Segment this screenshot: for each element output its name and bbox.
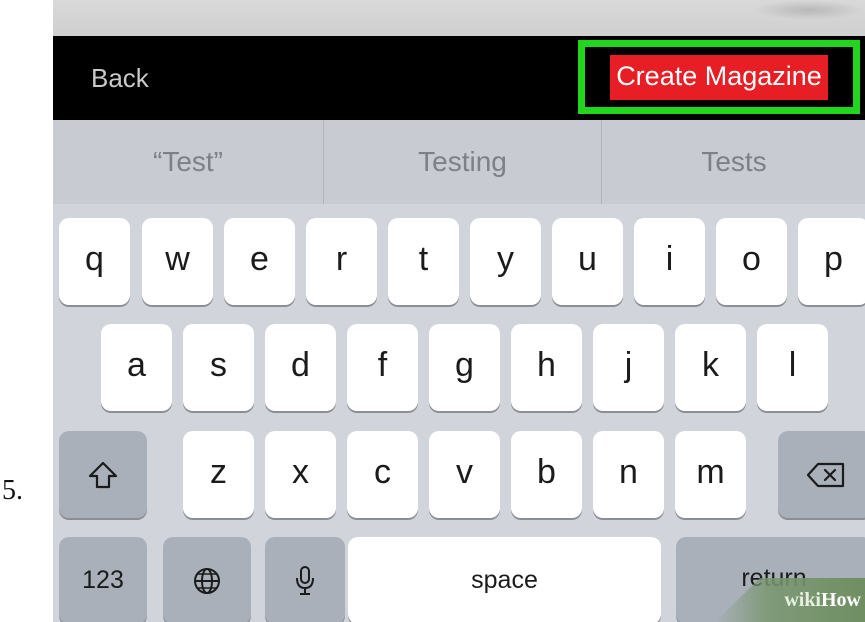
globe-icon (194, 567, 220, 594)
key-m[interactable]: m (675, 431, 746, 518)
key-w[interactable]: w (142, 218, 213, 305)
key-k[interactable]: k (675, 324, 746, 411)
key-c[interactable]: c (347, 431, 418, 518)
suggestion-item[interactable]: Tests (601, 120, 865, 204)
step-number: 5. (2, 475, 23, 506)
globe-key[interactable] (163, 537, 251, 622)
key-p[interactable]: p (798, 218, 865, 305)
key-s[interactable]: s (183, 324, 254, 411)
top-bar: Back Create Magazine (53, 36, 865, 120)
key-h[interactable]: h (511, 324, 582, 411)
suggestion-item[interactable]: Testing (323, 120, 601, 204)
suggestion-item[interactable]: “Test” (53, 120, 323, 204)
shift-key[interactable] (59, 431, 147, 518)
key-r[interactable]: r (306, 218, 377, 305)
back-button[interactable]: Back (91, 63, 149, 94)
key-z[interactable]: z (183, 431, 254, 518)
key-u[interactable]: u (552, 218, 623, 305)
key-j[interactable]: j (593, 324, 664, 411)
key-t[interactable]: t (388, 218, 459, 305)
key-g[interactable]: g (429, 324, 500, 411)
space-key[interactable]: space (348, 537, 661, 622)
key-l[interactable]: l (757, 324, 828, 411)
predictive-text-bar: “Test” Testing Tests (53, 120, 865, 204)
key-x[interactable]: x (265, 431, 336, 518)
key-y[interactable]: y (470, 218, 541, 305)
key-q[interactable]: q (59, 218, 130, 305)
status-strip (53, 0, 865, 36)
key-a[interactable]: a (101, 324, 172, 411)
delete-icon (806, 462, 844, 487)
key-i[interactable]: i (634, 218, 705, 305)
microphone-key[interactable] (265, 537, 345, 622)
create-magazine-highlight: Create Magazine (578, 40, 860, 114)
microphone-icon (296, 565, 314, 595)
shift-icon (88, 461, 118, 488)
key-o[interactable]: o (716, 218, 787, 305)
delete-key[interactable] (778, 431, 865, 518)
key-d[interactable]: d (265, 324, 336, 411)
key-v[interactable]: v (429, 431, 500, 518)
keyboard: q w e r t y u i o p a s d f g h j k l z … (53, 204, 865, 622)
key-n[interactable]: n (593, 431, 664, 518)
numbers-key[interactable]: 123 (59, 537, 147, 622)
phone-screenshot: Back Create Magazine “Test” Testing Test… (53, 0, 865, 622)
key-f[interactable]: f (347, 324, 418, 411)
key-b[interactable]: b (511, 431, 582, 518)
key-e[interactable]: e (224, 218, 295, 305)
create-magazine-button[interactable]: Create Magazine (610, 54, 828, 100)
